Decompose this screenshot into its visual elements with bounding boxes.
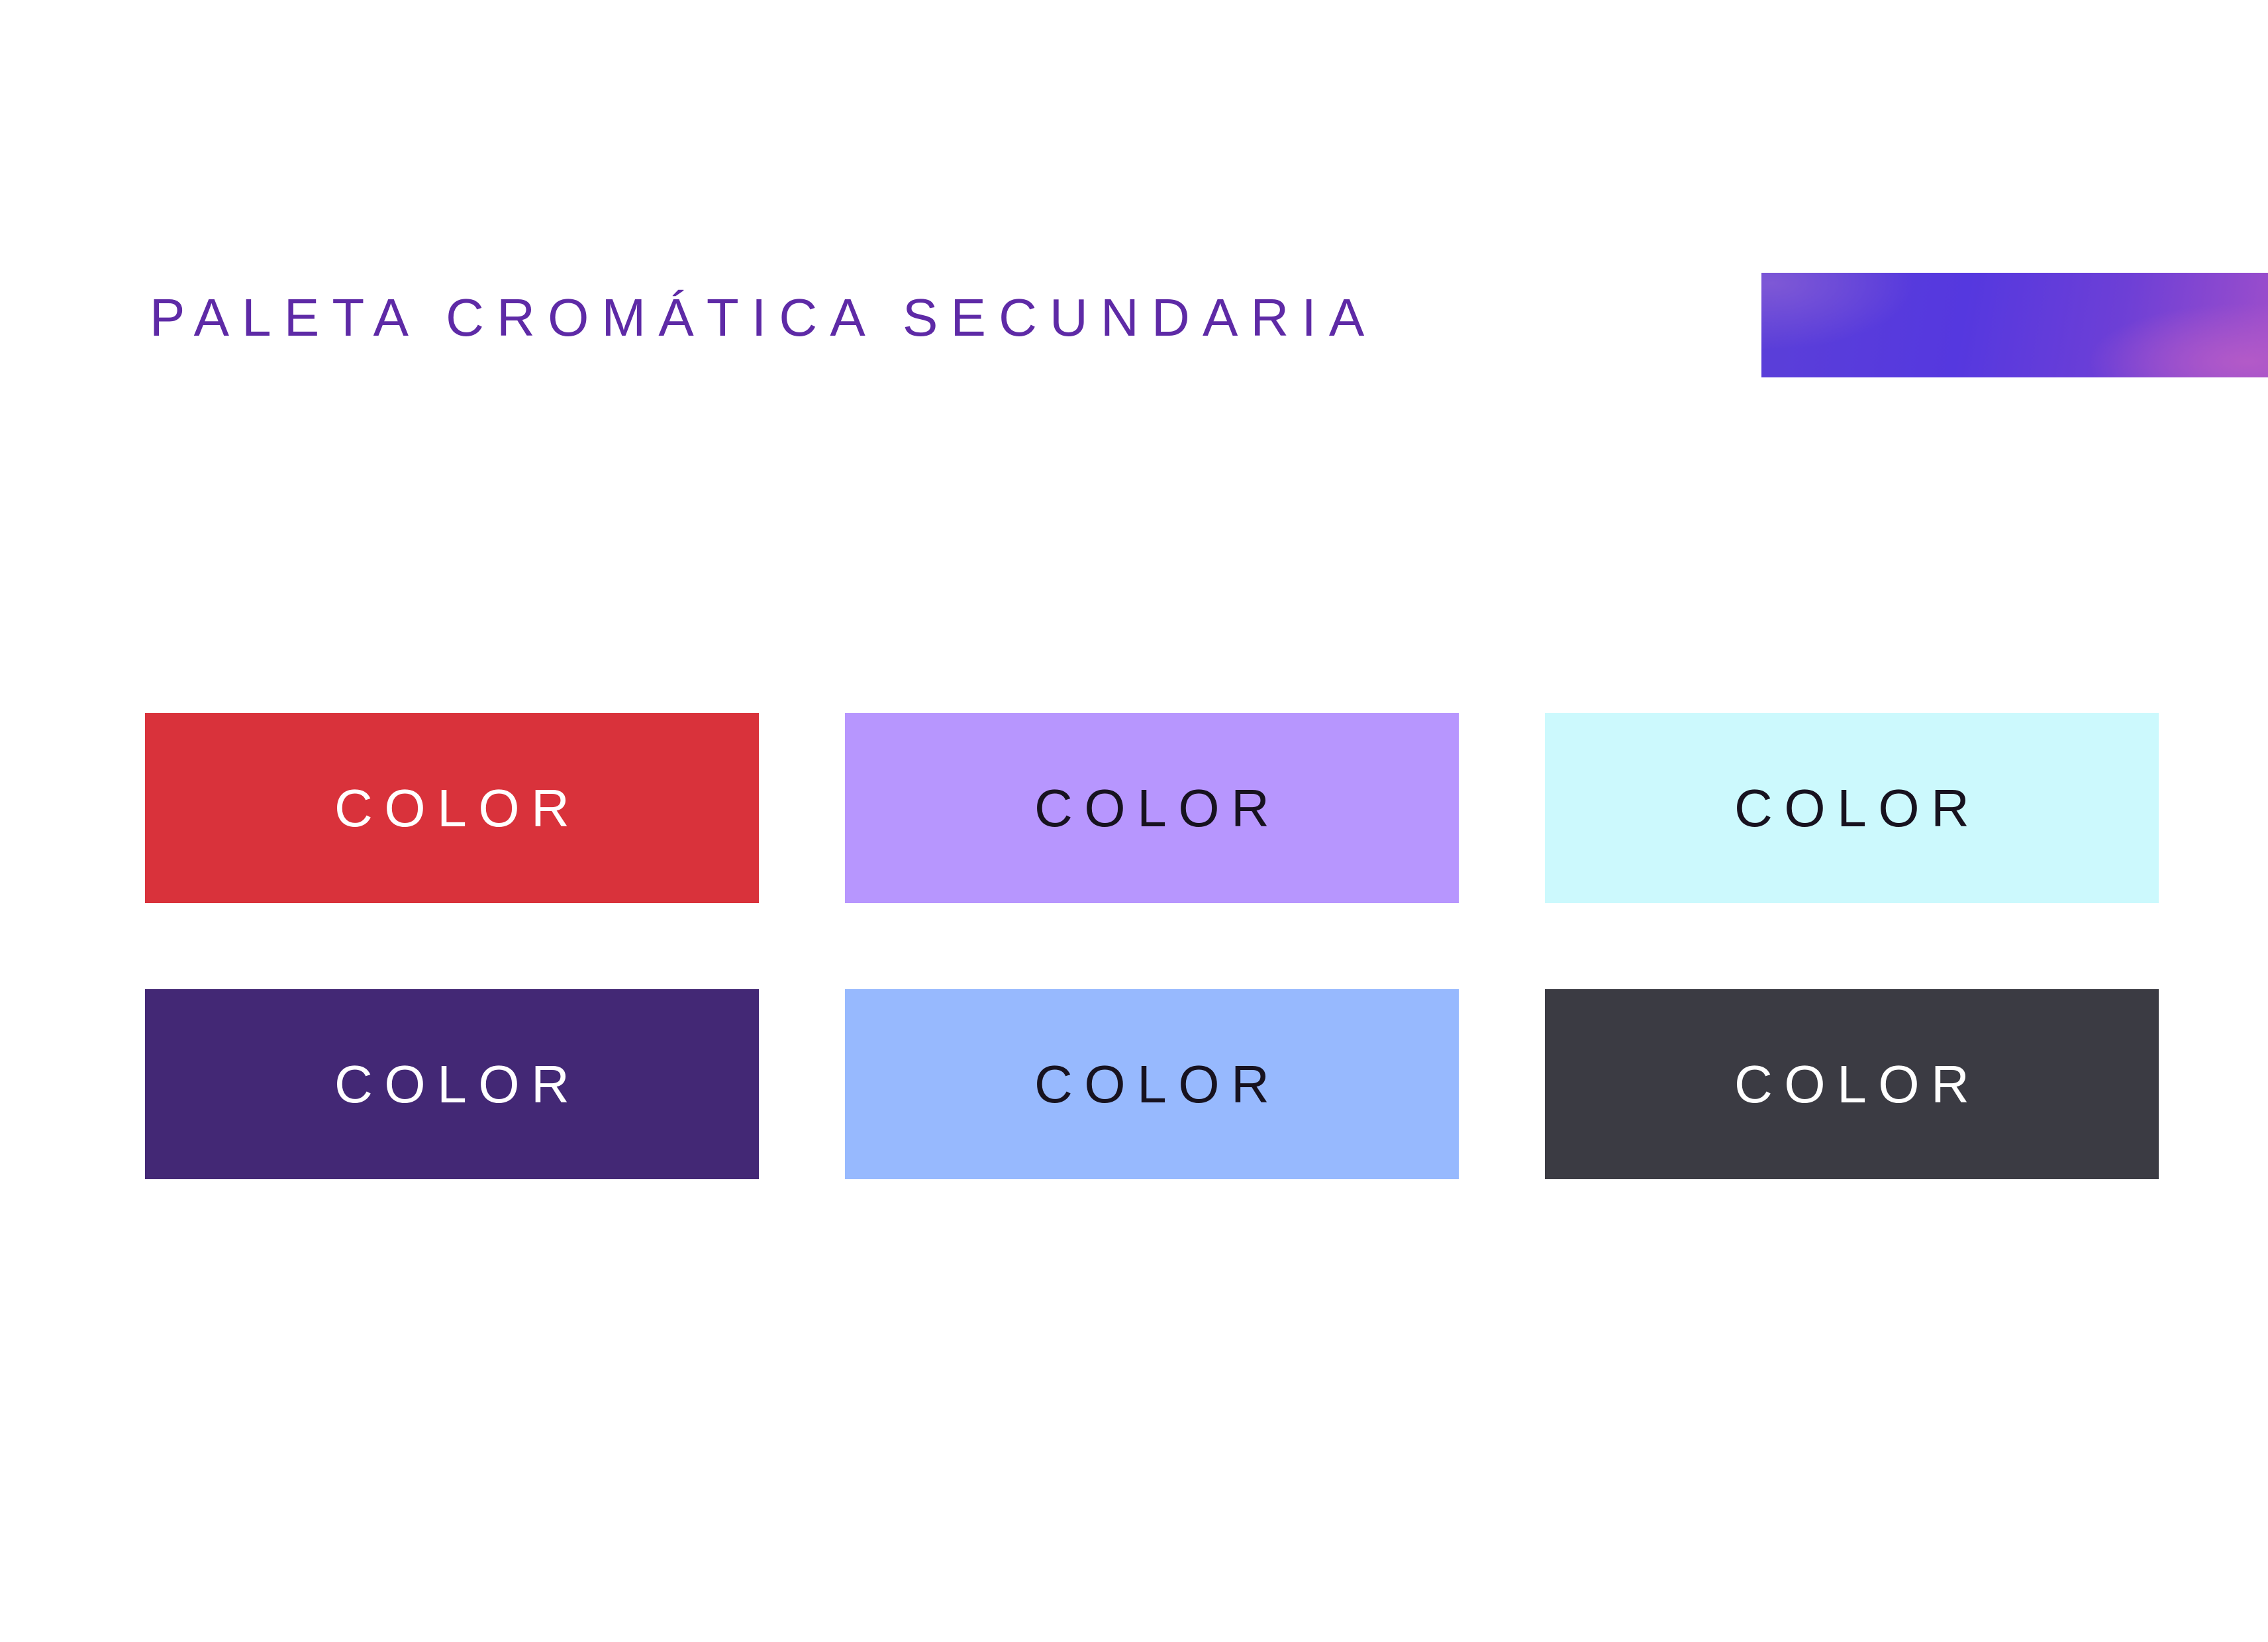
page-title: PALETA CROMÁTICA SECUNDARIA	[150, 288, 1377, 347]
color-swatch: COLOR	[845, 989, 1459, 1179]
color-swatch-label: COLOR	[1734, 1054, 1981, 1114]
color-swatch-label: COLOR	[1034, 1054, 1281, 1114]
color-swatch-label: COLOR	[1734, 778, 1981, 838]
color-swatch-label: COLOR	[334, 1054, 581, 1114]
color-swatch: COLOR	[1545, 989, 2159, 1179]
color-swatch-label: COLOR	[1034, 778, 1281, 838]
color-swatch: COLOR	[845, 713, 1459, 903]
color-swatch: COLOR	[145, 989, 759, 1179]
accent-gradient-bar	[1761, 273, 2268, 377]
color-swatch: COLOR	[145, 713, 759, 903]
color-swatch-label: COLOR	[334, 778, 581, 838]
color-swatch: COLOR	[1545, 713, 2159, 903]
